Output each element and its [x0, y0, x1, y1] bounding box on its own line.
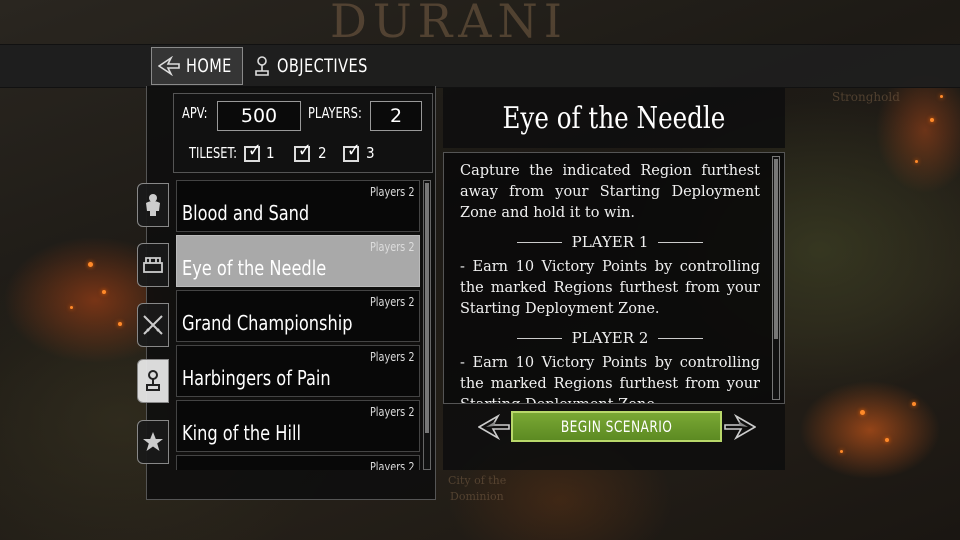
- ember: [930, 118, 934, 122]
- player1-objective: - Earn 10 Victory Points by controlling …: [460, 259, 760, 317]
- top-nav-bar: HOME OBJECTIVES: [0, 44, 960, 88]
- tab-tavern[interactable]: [137, 243, 169, 287]
- scenario-title: Eye of the Needle: [502, 100, 726, 136]
- objective-icon: [146, 370, 160, 391]
- scenario-item[interactable]: Players 2 Blood and Sand: [176, 180, 420, 232]
- ember: [885, 438, 889, 442]
- objectives-label: OBJECTIVES: [277, 55, 368, 77]
- player2-heading: PLAYER 2: [460, 328, 760, 349]
- scenario-item-selected[interactable]: Players 2 Eye of the Needle: [176, 235, 420, 287]
- player2-objective: - Earn 10 Victory Points by controlling …: [460, 355, 760, 403]
- ornament-right-icon: [724, 413, 756, 441]
- scenario-name: Harbingers of Pain: [182, 366, 331, 390]
- ornament-left-icon: [478, 413, 510, 441]
- description-scrollbar[interactable]: [772, 156, 780, 400]
- scrollbar-thumb[interactable]: [774, 159, 778, 339]
- check-icon: ✓: [298, 140, 312, 161]
- scenario-title-bar: Eye of the Needle: [443, 88, 785, 148]
- tileset-3-checkbox[interactable]: ✓: [343, 142, 361, 162]
- tileset-2-checkbox[interactable]: ✓: [294, 142, 312, 162]
- scenario-players: Players 2: [370, 460, 415, 470]
- map-label-dominion: Dominion: [450, 490, 504, 503]
- tileset-2-label: 2: [318, 144, 327, 162]
- scenario-players: Players 2: [370, 405, 415, 419]
- description-content: Capture the indicated Region furthest aw…: [460, 161, 760, 403]
- back-arrow-icon: [158, 56, 180, 76]
- player1-heading-text: PLAYER 1: [571, 233, 649, 251]
- scrollbar-thumb[interactable]: [425, 183, 429, 433]
- scenario-players: Players 2: [370, 240, 415, 254]
- tileset-label: TILESET:: [189, 144, 238, 162]
- star-icon: [143, 432, 163, 451]
- players-label: PLAYERS:: [308, 104, 362, 122]
- tab-objectives[interactable]: [137, 359, 169, 403]
- scenario-list-scrollbar[interactable]: [423, 180, 431, 470]
- map-label-stronghold: Stronghold: [832, 90, 900, 104]
- tileset-3-label: 3: [366, 144, 375, 162]
- scenario-item[interactable]: Players 2 Harbingers of Pain: [176, 345, 420, 397]
- map-title: DURANI: [330, 0, 568, 48]
- scenario-name: King of the Hill: [182, 421, 301, 445]
- tavern-icon: [143, 257, 163, 273]
- scenario-players: Players 2: [370, 350, 415, 364]
- check-icon: ✓: [248, 140, 262, 161]
- ember: [912, 402, 916, 406]
- map-label-city: City of the: [448, 474, 507, 487]
- monster-icon: [146, 194, 160, 216]
- home-button[interactable]: HOME: [151, 47, 243, 85]
- ember: [915, 160, 918, 163]
- apv-label: APV:: [182, 104, 208, 122]
- scenario-list: Players 2 Blood and Sand Players 2 Eye o…: [176, 180, 420, 470]
- ember: [940, 95, 943, 98]
- tab-monsters[interactable]: [137, 183, 169, 227]
- ember: [840, 450, 843, 453]
- tab-favorites[interactable]: [137, 420, 169, 464]
- ember: [102, 290, 106, 294]
- scenario-description: Capture the indicated Region furthest aw…: [460, 163, 760, 221]
- ember: [88, 262, 93, 267]
- begin-scenario-label: BEGIN SCENARIO: [560, 417, 673, 436]
- tileset-1-label: 1: [266, 144, 275, 162]
- home-label: HOME: [186, 55, 232, 77]
- player1-heading: PLAYER 1: [460, 232, 760, 253]
- apv-input[interactable]: 500: [217, 101, 301, 131]
- divider: [658, 242, 704, 243]
- ember: [860, 410, 865, 415]
- objectives-button[interactable]: OBJECTIVES: [247, 47, 377, 85]
- scenario-players: Players 2: [370, 185, 415, 199]
- scenario-name: Eye of the Needle: [182, 256, 327, 280]
- divider: [516, 242, 562, 243]
- player2-heading-text: PLAYER 2: [571, 329, 649, 347]
- scenario-players: Players 2: [370, 295, 415, 309]
- scenario-item[interactable]: Players 2: [176, 455, 420, 470]
- ember: [70, 306, 73, 309]
- ember: [118, 322, 122, 326]
- scenario-item[interactable]: Players 2 King of the Hill: [176, 400, 420, 452]
- tileset-1-checkbox[interactable]: ✓: [244, 142, 262, 162]
- begin-scenario-button[interactable]: BEGIN SCENARIO: [511, 411, 722, 442]
- crossed-swords-icon: [143, 315, 163, 335]
- check-icon: ✓: [347, 140, 361, 161]
- scenario-item[interactable]: Players 2 Grand Championship: [176, 290, 420, 342]
- players-input[interactable]: 2: [370, 101, 422, 131]
- divider: [658, 338, 704, 339]
- scenario-name: Grand Championship: [182, 311, 353, 335]
- divider: [516, 338, 562, 339]
- objective-icon: [253, 55, 271, 77]
- scenario-name: Blood and Sand: [182, 201, 310, 225]
- tab-battle[interactable]: [137, 303, 169, 347]
- scenario-description-panel: Capture the indicated Region furthest aw…: [443, 152, 785, 404]
